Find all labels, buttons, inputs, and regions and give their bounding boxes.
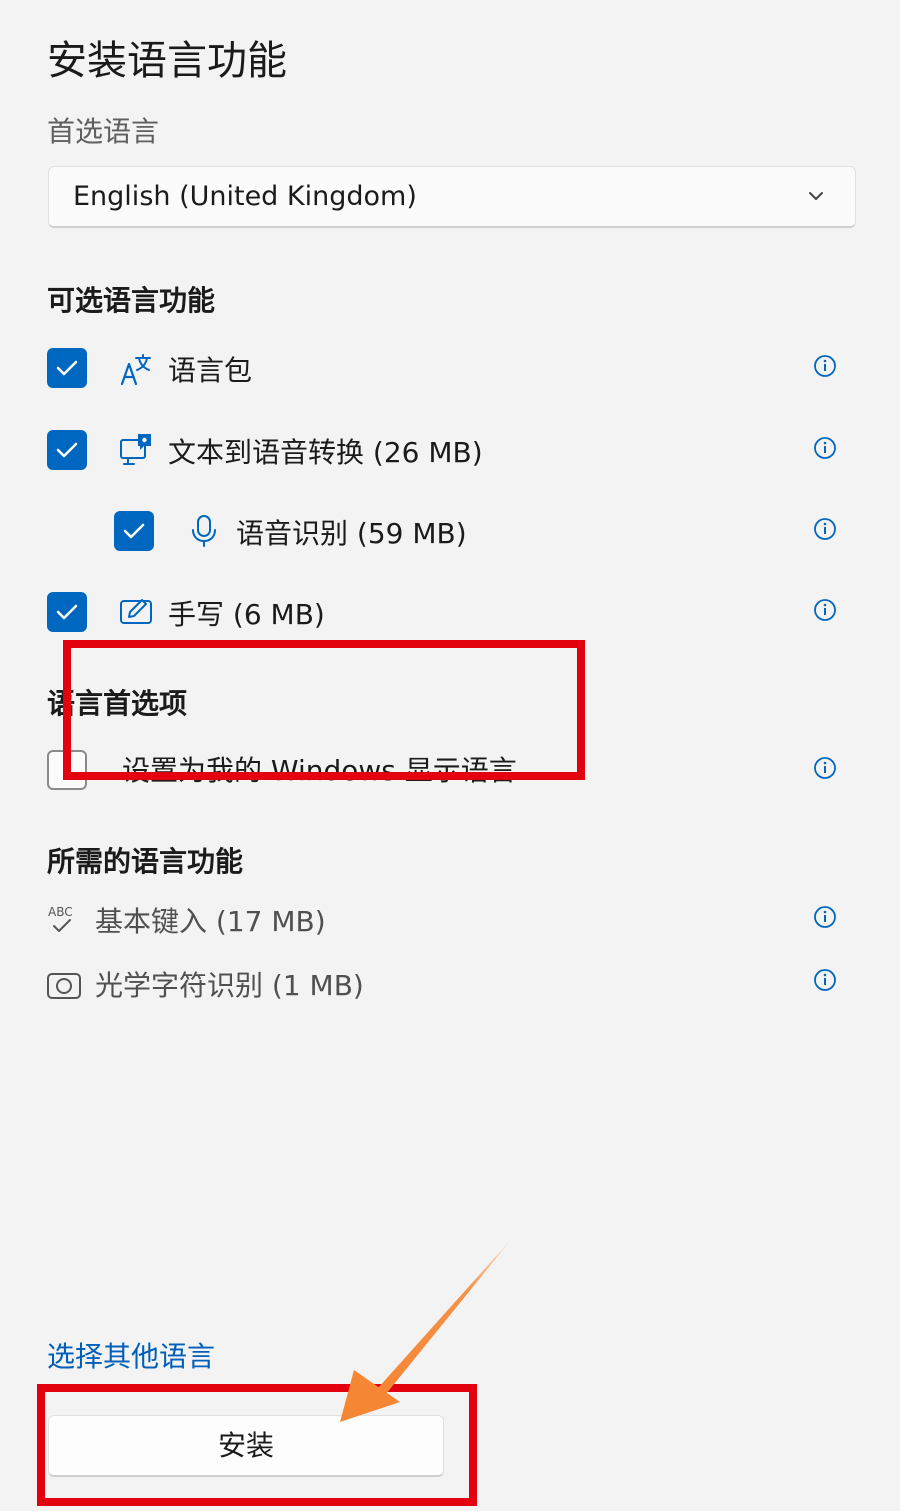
chevron-down-icon — [809, 192, 823, 200]
checkmark-icon — [56, 360, 78, 376]
annotation-arrow-icon — [340, 1235, 515, 1422]
dialog-title: 安装语言功能 — [47, 38, 287, 84]
required-features-heading: 所需的语言功能 — [47, 845, 244, 878]
language-pack-icon — [120, 354, 151, 386]
info-icon[interactable] — [813, 517, 837, 541]
text-to-speech-label: 文本到语音转换 (26 MB) — [168, 436, 483, 469]
ocr-icon — [47, 973, 81, 999]
checkmark-icon — [56, 442, 78, 458]
info-icon[interactable] — [813, 968, 837, 992]
text-to-speech-icon — [120, 434, 151, 465]
checkmark-icon — [56, 604, 78, 620]
annotation-highlight-box — [63, 640, 585, 780]
checkmark-icon — [123, 523, 145, 539]
optional-features-heading: 可选语言功能 — [47, 284, 216, 317]
handwriting-checkbox[interactable] — [47, 592, 87, 632]
preferred-language-value: English (United Kingdom) — [73, 181, 417, 212]
handwriting-label: 手写 (6 MB) — [168, 598, 325, 631]
info-icon[interactable] — [813, 905, 837, 929]
language-pack-checkbox[interactable] — [47, 348, 87, 388]
basic-typing-icon: ABC — [48, 905, 73, 932]
preferred-language-dropdown[interactable]: English (United Kingdom) — [48, 166, 856, 228]
info-icon[interactable] — [813, 354, 837, 378]
info-icon[interactable] — [813, 436, 837, 460]
basic-typing-label: 基本键入 (17 MB) — [95, 905, 326, 938]
speech-recognition-label: 语音识别 (59 MB) — [236, 517, 467, 550]
info-icon[interactable] — [813, 598, 837, 622]
info-icon[interactable] — [813, 756, 837, 780]
microphone-icon — [192, 515, 216, 547]
handwriting-icon — [120, 599, 152, 624]
ocr-label: 光学字符识别 (1 MB) — [95, 969, 364, 1002]
speech-recognition-checkbox[interactable] — [114, 511, 154, 551]
preferred-language-label: 首选语言 — [47, 115, 160, 148]
language-pack-label: 语言包 — [168, 354, 253, 387]
choose-other-language-link[interactable]: 选择其他语言 — [47, 1338, 215, 1376]
svg-text:ABC: ABC — [48, 905, 73, 919]
text-to-speech-checkbox[interactable] — [47, 430, 87, 470]
